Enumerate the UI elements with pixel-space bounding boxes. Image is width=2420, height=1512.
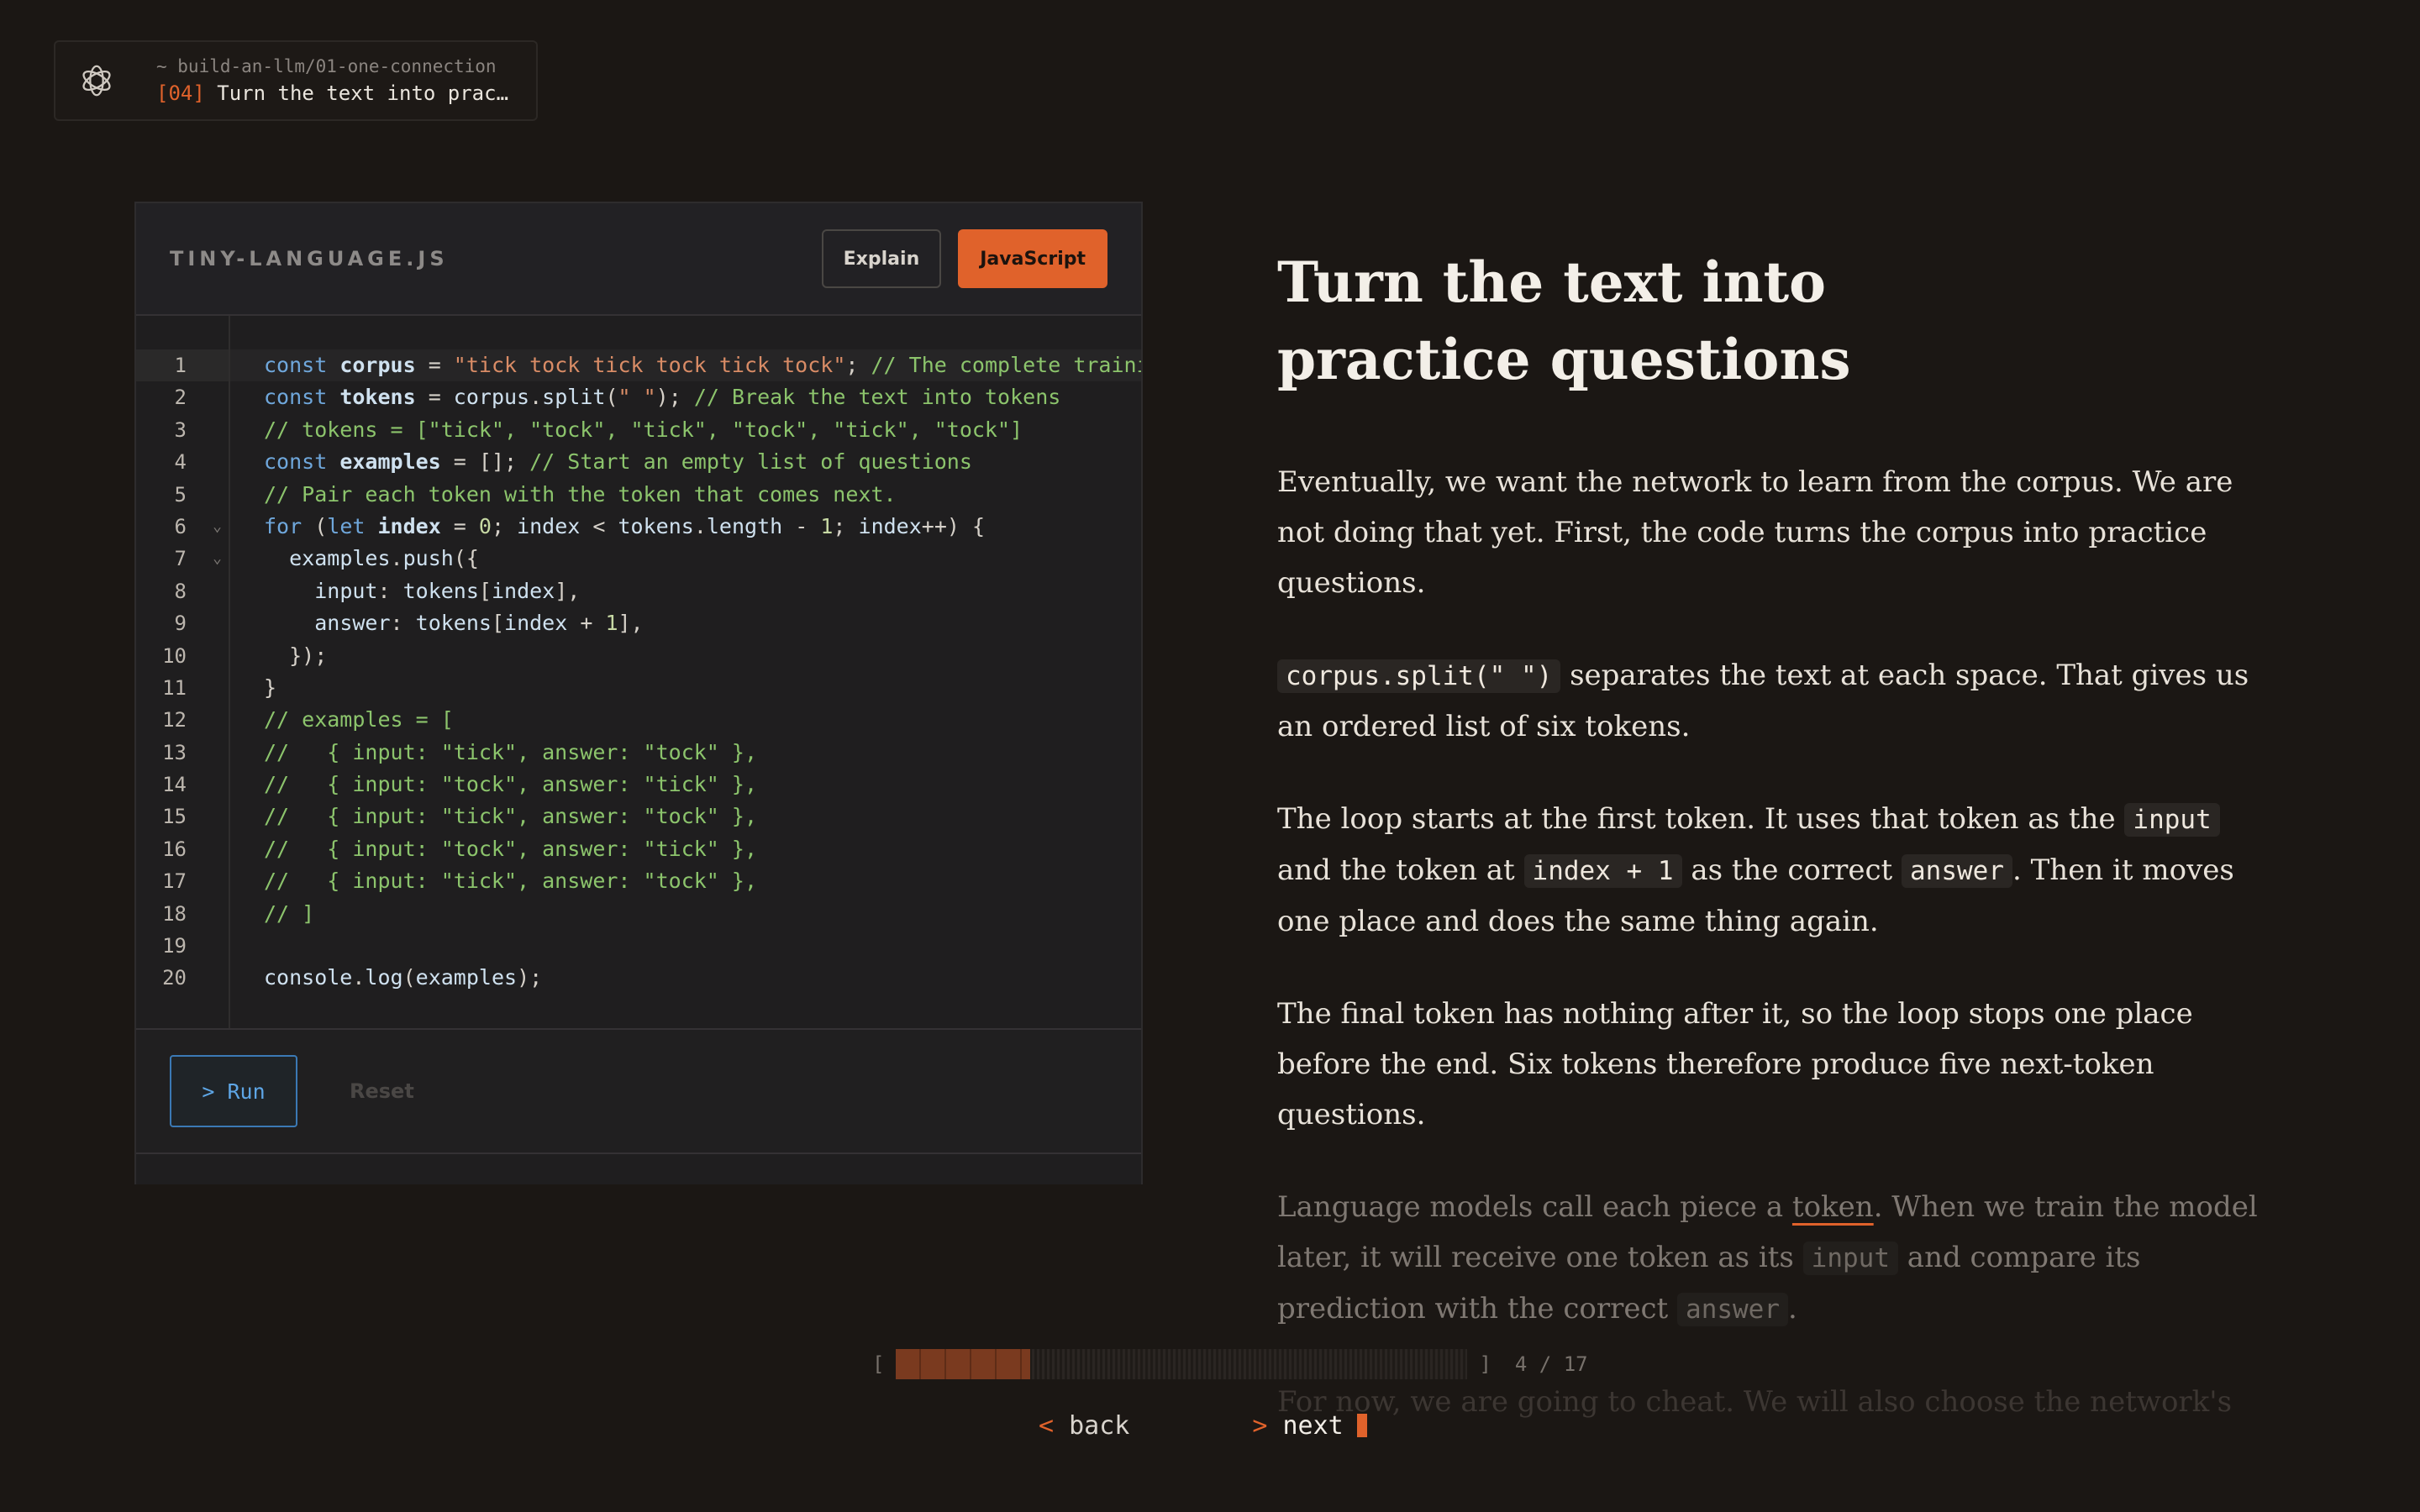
- line-gutter: 1 2 3 4 5 6 ⌄ 7 ⌄ 8 9 10 11 12 13 14 15 16 17 18 19 20: [136, 316, 230, 1028]
- editor-filename: TINY-LANGUAGE.JS: [170, 247, 449, 270]
- inline-code: input: [1802, 1242, 1898, 1275]
- logo-icon: [82, 65, 111, 97]
- text-run: .: [1788, 1292, 1797, 1326]
- progress-bar: [896, 1349, 1468, 1379]
- line-number: 1: [136, 349, 229, 382]
- cursor-block: [1356, 1414, 1367, 1437]
- text-run: as the correct: [1681, 853, 1902, 887]
- explain-button[interactable]: Explain: [821, 229, 942, 288]
- line-number: 14: [162, 773, 187, 797]
- line-number: 4: [174, 450, 187, 475]
- next-label: next: [1282, 1411, 1344, 1441]
- code-line[interactable]: const examples = []; // Start an empty l…: [264, 446, 1141, 478]
- line-number: 3: [174, 417, 187, 442]
- editor-header-buttons: Explain JavaScript: [821, 229, 1107, 288]
- line-number: 15: [162, 805, 187, 829]
- paragraph-5: Language models call each piece a token.…: [1277, 1182, 2260, 1335]
- line-number: 9: [174, 612, 187, 636]
- inline-code: answer: [1902, 854, 2012, 888]
- line-number: 11: [162, 675, 187, 700]
- code-line[interactable]: });: [264, 640, 1141, 672]
- line-number: 6 ⌄: [136, 511, 229, 543]
- code-line[interactable]: examples.push({: [264, 543, 1141, 575]
- breadcrumb-step: [04] Turn the text into practice questio…: [156, 81, 509, 105]
- breadcrumb-path: ~ build-an-llm/01-one-connection: [156, 56, 497, 76]
- back-link[interactable]: < back: [1039, 1411, 1129, 1441]
- code-line[interactable]: console.log(examples);: [264, 962, 1141, 994]
- progress-count: 4 / 17: [1514, 1352, 1588, 1376]
- lesson-title: Turn the text into practice questions: [1277, 249, 1851, 392]
- line-number: 17: [162, 869, 187, 894]
- code-line[interactable]: // examples = [: [264, 704, 1141, 736]
- code-line[interactable]: [264, 930, 1141, 962]
- text-run: The loop starts at the first token. It u…: [1277, 802, 2125, 836]
- term-token[interactable]: token: [1792, 1190, 1874, 1224]
- step-title: Turn the text into practice questions: [217, 81, 509, 105]
- inline-code: corpus.split(" "): [1277, 659, 1561, 693]
- line-number: 5: [174, 482, 187, 507]
- code-line[interactable]: // ]: [264, 898, 1141, 930]
- breadcrumb-text: ~ build-an-llm/01-one-connection [04] Tu…: [156, 56, 509, 105]
- editor-header: TINY-LANGUAGE.JS Explain JavaScript: [136, 203, 1141, 316]
- code-line[interactable]: answer: tokens[index + 1],: [264, 607, 1141, 639]
- line-number: 13: [162, 740, 187, 764]
- code-line[interactable]: // { input: "tock", answer: "tick" },: [264, 769, 1141, 801]
- line-number: 7 ⌄: [136, 543, 229, 575]
- inline-code: answer: [1677, 1293, 1789, 1326]
- code-line[interactable]: const corpus = "tick tock tick tock tick…: [230, 349, 1141, 382]
- code-line[interactable]: // { input: "tick", answer: "tock" },: [264, 737, 1141, 769]
- code-line[interactable]: // Pair each token with the token that c…: [264, 479, 1141, 511]
- progress-indicator: [ ] 4 / 17: [872, 1347, 1588, 1381]
- editor-footer: > Run Reset: [136, 1028, 1141, 1154]
- paragraph-2: corpus.split(" ") separates the text at …: [1277, 650, 2260, 752]
- line-number: 19: [162, 934, 187, 958]
- code-editor: TINY-LANGUAGE.JS Explain JavaScript 1234…: [134, 202, 1143, 1184]
- line-number: 20: [162, 966, 187, 990]
- fold-chevron-down-icon[interactable]: ⌄: [213, 511, 222, 543]
- line-number: 12: [162, 708, 187, 732]
- breadcrumb-card[interactable]: ~ build-an-llm/01-one-connection [04] Tu…: [54, 40, 538, 121]
- code-area[interactable]: 1 2 3 4 5 6 ⌄ 7 ⌄ 8 9 10 11 12 13 14 15 16 17 18 19 20 const …: [136, 316, 1141, 1028]
- line-number: 10: [162, 643, 187, 668]
- next-link[interactable]: > next: [1252, 1411, 1367, 1441]
- code-line[interactable]: }: [264, 672, 1141, 704]
- step-number: [04]: [156, 81, 205, 105]
- code-line[interactable]: // { input: "tick", answer: "tock" },: [264, 865, 1141, 897]
- code-line[interactable]: // tokens = ["tick", "tock", "tick", "to…: [264, 414, 1141, 446]
- run-button[interactable]: > Run: [170, 1055, 297, 1127]
- back-label: back: [1069, 1411, 1130, 1441]
- line-number: 18: [162, 901, 187, 926]
- paragraph-6: For now, we are going to cheat. We will …: [1277, 1385, 2233, 1419]
- inline-code: index + 1: [1523, 854, 1682, 888]
- code-line[interactable]: const tokens = corpus.split(" "); // Bre…: [264, 381, 1141, 413]
- code-line[interactable]: // { input: "tick", answer: "tock" },: [264, 801, 1141, 832]
- language-button[interactable]: JavaScript: [958, 229, 1107, 288]
- back-chevron: <: [1039, 1411, 1055, 1441]
- text-run: and the token at: [1277, 853, 1524, 887]
- text-run: Language models call each piece a: [1277, 1190, 1792, 1224]
- progress-bracket-close: ]: [1479, 1352, 1491, 1376]
- reset-button[interactable]: Reset: [350, 1079, 414, 1103]
- fold-chevron-down-icon[interactable]: ⌄: [213, 543, 222, 575]
- line-number: 16: [162, 837, 187, 861]
- lesson-navigation: < back > next: [1039, 1411, 1367, 1441]
- code-line[interactable]: for (let index = 0; index < tokens.lengt…: [264, 511, 1141, 543]
- line-number: 2: [174, 386, 187, 410]
- progress-bracket-open: [: [872, 1352, 885, 1376]
- lesson-article: Turn the text into practice questions Ev…: [1277, 244, 2260, 1469]
- code-text[interactable]: const corpus = "tick tock tick tock tick…: [230, 316, 1141, 1028]
- inline-code: input: [2124, 803, 2220, 837]
- paragraph-4: The final token has nothing after it, so…: [1277, 997, 2193, 1131]
- paragraph-3: The loop starts at the first token. It u…: [1277, 794, 2260, 947]
- code-line[interactable]: // { input: "tock", answer: "tick" },: [264, 833, 1141, 865]
- paragraph-1: Eventually, we want the network to learn…: [1277, 465, 2233, 600]
- line-number: 8: [174, 579, 187, 603]
- code-line[interactable]: input: tokens[index],: [264, 575, 1141, 607]
- next-chevron: >: [1252, 1411, 1268, 1441]
- progress-fill: [896, 1349, 1031, 1379]
